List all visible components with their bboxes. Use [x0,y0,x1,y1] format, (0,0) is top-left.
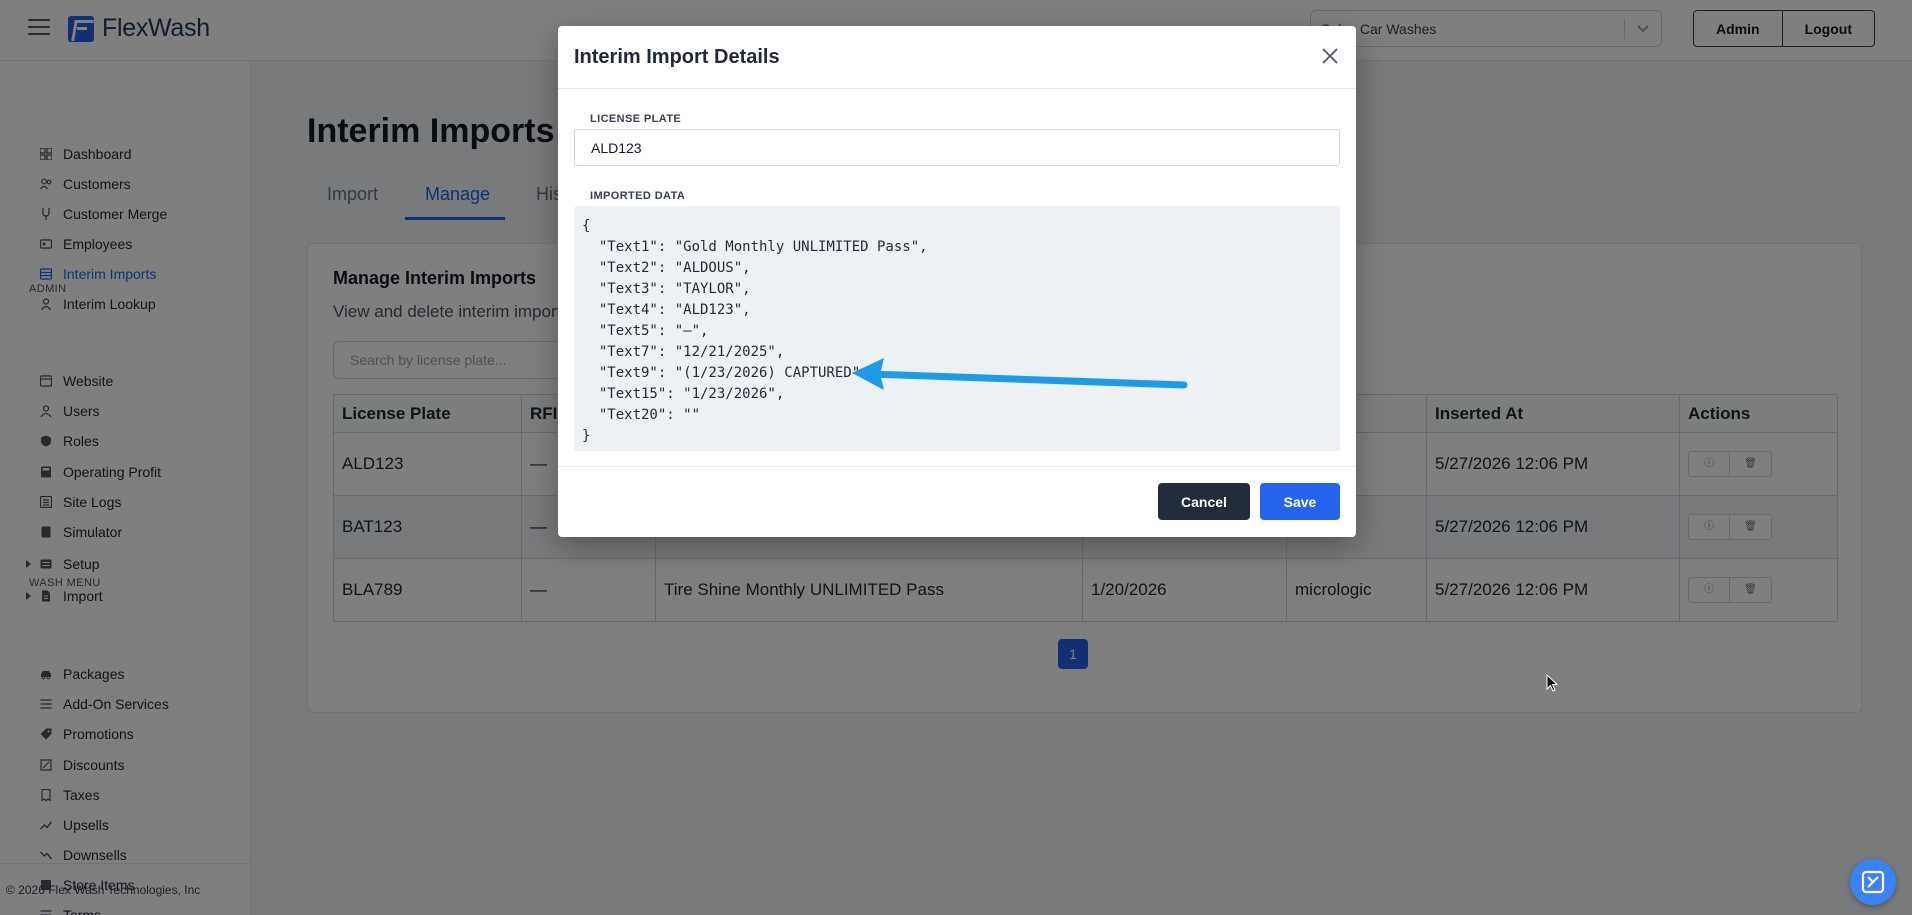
code-line: "Text3": "TAYLOR", [582,281,751,297]
code-line: "Text20": "" [582,407,701,423]
modal-footer: Cancel Save [558,466,1356,537]
modal-title: Interim Import Details [574,46,780,68]
cancel-button[interactable]: Cancel [1158,483,1250,520]
code-line: "Text4": "ALD123", [582,302,751,318]
interim-import-details-dialog: Interim Import Details LICENSE PLATE IMP… [558,26,1356,537]
help-chat-button[interactable] [1850,859,1896,905]
imported-data-code: { "Text1": "Gold Monthly UNLIMITED Pass"… [574,206,1340,451]
code-line: } [582,428,591,444]
support-icon [1861,870,1885,894]
code-line: "Text1": "Gold Monthly UNLIMITED Pass", [582,239,928,255]
code-line: { [582,218,591,234]
license-plate-label: LICENSE PLATE [590,113,682,125]
save-button[interactable]: Save [1260,483,1340,520]
code-line: "Text2": "ALDOUS", [582,260,751,276]
imported-data-label: IMPORTED DATA [590,190,686,202]
modal-header: Interim Import Details [558,26,1356,89]
mouse-cursor-icon [1546,674,1559,692]
license-plate-input[interactable] [574,129,1340,166]
code-line: "Text5": "–", [582,323,709,339]
annotation-arrow-icon [852,358,1188,390]
close-icon[interactable] [1320,46,1340,66]
